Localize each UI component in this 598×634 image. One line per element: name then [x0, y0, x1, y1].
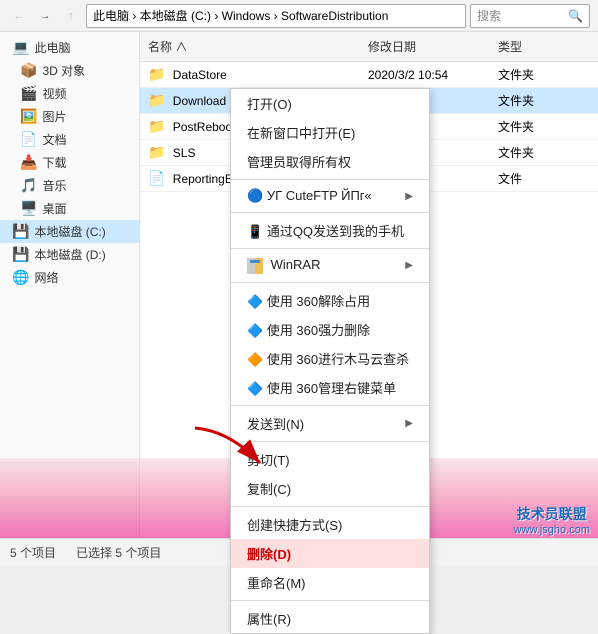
sidebar-item-label: 本地磁盘 (C:) [34, 223, 105, 240]
file-type: 文件夹 [490, 117, 598, 136]
context-menu-send-to[interactable]: 发送到(N) ▶ [231, 409, 429, 438]
file-type: 文件夹 [490, 143, 598, 162]
item-count: 5 个项目 [10, 544, 56, 561]
context-menu-create-shortcut[interactable]: 创建快捷方式(S) [231, 510, 429, 539]
downloads-icon: 📥 [20, 154, 37, 171]
3d-icon: 📦 [20, 62, 37, 79]
context-menu-divider [231, 441, 429, 442]
folder-icon: 📁 [148, 144, 165, 160]
file-type: 文件夹 [490, 65, 598, 84]
sidebar-item-desktop[interactable]: 🖥️ 桌面 [0, 197, 139, 220]
context-menu-divider [231, 179, 429, 180]
sidebar-item-music[interactable]: 🎵 音乐 [0, 174, 139, 197]
table-row[interactable]: 📁 DataStore 2020/3/2 10:54 文件夹 [140, 62, 598, 88]
titlebar: ← → ↑ 此电脑 › 本地磁盘 (C:) › Windows › Softwa… [0, 0, 598, 32]
sidebar-item-3d[interactable]: 📦 3D 对象 [0, 59, 139, 82]
sidebar-item-local-d[interactable]: 💾 本地磁盘 (D:) [0, 243, 139, 266]
context-menu-properties[interactable]: 属性(R) [231, 604, 429, 633]
path-text: 此电脑 › 本地磁盘 (C:) › Windows › SoftwareDist… [93, 7, 388, 24]
up-button[interactable]: ↑ [60, 5, 82, 27]
search-bar[interactable]: 搜索 🔍 [470, 4, 590, 28]
context-menu-360-menu[interactable]: 🔷 使用 360管理右键菜单 [231, 373, 429, 402]
submenu-arrow-icon: ▶ [405, 260, 413, 271]
sidebar-item-pictures[interactable]: 🖼️ 图片 [0, 105, 139, 128]
context-menu-360-delete[interactable]: 🔷 使用 360强力删除 [231, 315, 429, 344]
sidebar-item-label: 视频 [42, 85, 66, 102]
sidebar-item-label: 网络 [34, 269, 58, 286]
sidebar-item-local-c[interactable]: 💾 本地磁盘 (C:) [0, 220, 139, 243]
sidebar-item-this-pc[interactable]: 💻 此电脑 [0, 36, 139, 59]
file-date: 2020/3/2 10:54 [360, 67, 490, 83]
sidebar-item-documents[interactable]: 📄 文档 [0, 128, 139, 151]
context-menu-divider [231, 248, 429, 249]
sidebar-item-label: 本地磁盘 (D:) [34, 246, 105, 263]
file-list-header: 名称 ∧ 修改日期 类型 [140, 32, 598, 62]
file-type: 文件 [490, 169, 598, 188]
folder-icon: 📁 [148, 66, 165, 82]
context-menu-open[interactable]: 打开(O) [231, 89, 429, 118]
sidebar-item-label: 音乐 [42, 177, 66, 194]
sidebar-item-label: 文档 [42, 131, 66, 148]
context-menu-cuteftp[interactable]: 🔵 УГ CuteFTP ЙПг« ▶ [231, 183, 429, 209]
forward-button[interactable]: → [34, 5, 56, 27]
submenu-arrow-icon: ▶ [405, 191, 413, 202]
context-menu-360-unlock[interactable]: 🔷 使用 360解除占用 [231, 286, 429, 315]
col-header-date[interactable]: 修改日期 [360, 36, 490, 57]
submenu-arrow-icon: ▶ [405, 418, 413, 429]
context-menu-divider [231, 600, 429, 601]
sidebar-item-label: 3D 对象 [42, 62, 85, 79]
context-menu-360-virus[interactable]: 🔶 使用 360进行木马云查杀 [231, 344, 429, 373]
sidebar-item-downloads[interactable]: 📥 下载 [0, 151, 139, 174]
context-menu-copy[interactable]: 复制(C) [231, 474, 429, 503]
network-icon: 🌐 [12, 269, 29, 286]
file-type: 文件夹 [490, 91, 598, 110]
music-icon: 🎵 [20, 177, 37, 194]
file-name: 📁 DataStore [140, 65, 360, 84]
context-menu-rename[interactable]: 重命名(M) [231, 568, 429, 597]
address-bar[interactable]: 此电脑 › 本地磁盘 (C:) › Windows › SoftwareDist… [86, 4, 466, 28]
search-placeholder: 搜索 [477, 7, 501, 24]
folder-icon: 📁 [148, 92, 165, 108]
context-menu-take-ownership[interactable]: 管理员取得所有权 [231, 147, 429, 176]
sidebar-item-label: 桌面 [42, 200, 66, 217]
local-c-icon: 💾 [12, 223, 29, 240]
back-button[interactable]: ← [8, 5, 30, 27]
context-menu-divider [231, 282, 429, 283]
selected-count: 已选择 5 个项目 [76, 544, 161, 561]
context-menu-divider [231, 506, 429, 507]
sidebar-item-label: 图片 [42, 108, 66, 125]
context-menu-send-to-phone[interactable]: 📱 通过QQ发送到我的手机 [231, 216, 429, 245]
file-icon: 📄 [148, 170, 165, 186]
documents-icon: 📄 [20, 131, 37, 148]
context-menu-cut[interactable]: 剪切(T) [231, 445, 429, 474]
sidebar-item-network[interactable]: 🌐 网络 [0, 266, 139, 289]
sidebar-item-label: 下载 [42, 154, 66, 171]
context-menu-winrar[interactable]: WinRAR ▶ [231, 252, 429, 279]
context-menu-divider [231, 212, 429, 213]
folder-icon: 📁 [148, 118, 165, 134]
sidebar-item-label: 此电脑 [34, 39, 70, 56]
local-d-icon: 💾 [12, 246, 29, 263]
this-pc-icon: 💻 [12, 39, 29, 56]
col-header-name[interactable]: 名称 ∧ [140, 36, 360, 57]
video-icon: 🎬 [20, 85, 37, 102]
context-menu: 打开(O) 在新窗口中打开(E) 管理员取得所有权 🔵 УГ CuteFTP Й… [230, 88, 430, 634]
context-menu-divider [231, 405, 429, 406]
context-menu-delete[interactable]: 删除(D) [231, 539, 429, 568]
context-menu-open-new-window[interactable]: 在新窗口中打开(E) [231, 118, 429, 147]
search-icon: 🔍 [568, 9, 583, 23]
desktop-icon: 🖥️ [20, 200, 37, 217]
col-header-type[interactable]: 类型 [490, 36, 598, 57]
pictures-icon: 🖼️ [20, 108, 37, 125]
sidebar-item-video[interactable]: 🎬 视频 [0, 82, 139, 105]
